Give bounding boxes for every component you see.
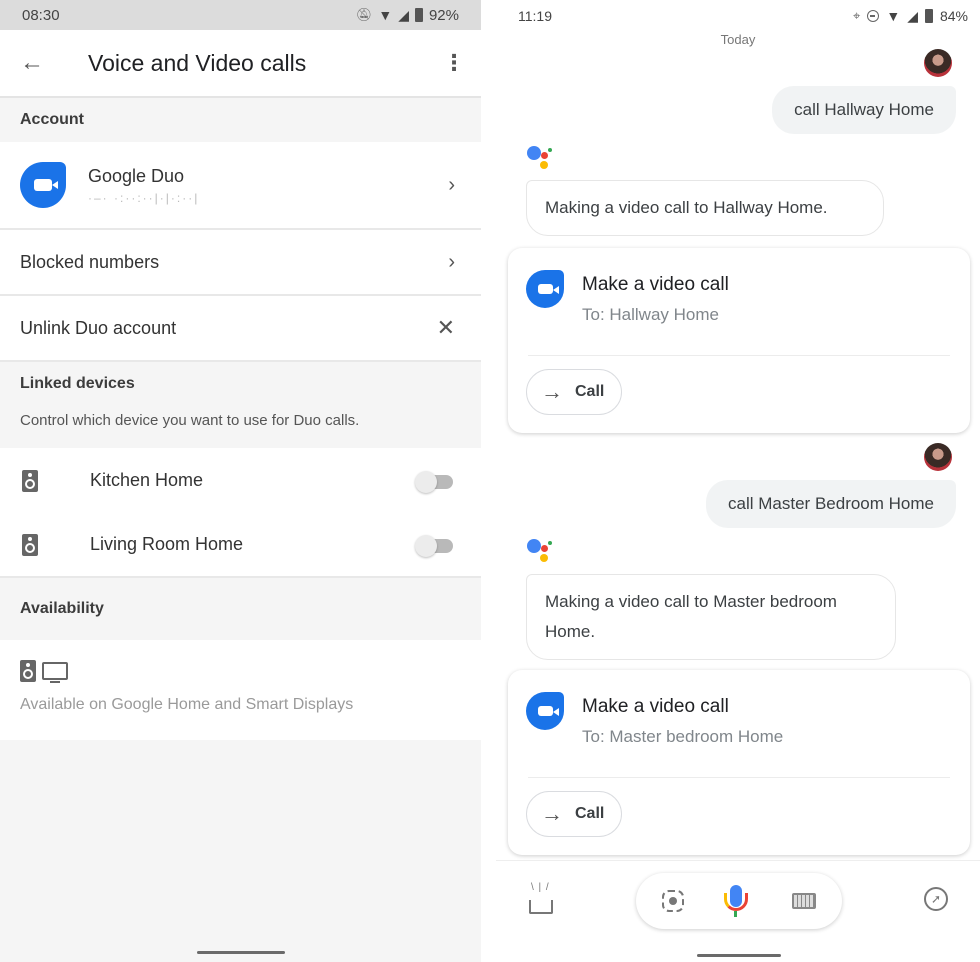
blocked-numbers-row[interactable]: Blocked numbers › [0,230,481,296]
video-call-card: Make a video call To: Master bedroom Hom… [508,670,970,855]
battery-icon [414,8,423,22]
status-bar: 11:19 ⌖ ▼ ◢ 84% [496,0,980,32]
explore-compass-icon[interactable]: ➚ [924,887,948,911]
duo-account-name: Google Duo [88,165,185,186]
arrow-forward-icon: → [541,801,563,826]
chevron-right-icon: › [448,173,455,196]
google-duo-icon [526,692,564,730]
home-gesture-bar[interactable] [697,954,781,957]
device-row-living-room[interactable]: Living Room Home [0,513,481,578]
call-button[interactable]: → Call [526,369,622,415]
chevron-right-icon: › [448,250,455,273]
home-gesture-bar[interactable] [197,951,285,954]
google-duo-icon [526,270,564,308]
unlink-duo-row[interactable]: Unlink Duo account ✕ [0,296,481,362]
arrow-forward-icon: → [541,379,563,404]
assistant-screen: 11:19 ⌖ ▼ ◢ 84% Today call Hallway Home … [496,0,980,962]
assistant-bottom-bar: ➚ [496,860,980,962]
card-divider [528,777,950,778]
blocked-numbers-label: Blocked numbers [20,251,160,272]
unlink-duo-label: Unlink Duo account [20,317,177,338]
availability-box: Available on Google Home and Smart Displ… [0,640,481,740]
speaker-icon [22,533,38,556]
do-not-disturb-icon [867,10,880,22]
signal-icon: ◢ [398,6,409,23]
notifications-off-icon: 🔕︎ [355,7,373,22]
card-title: Make a video call [582,696,729,717]
battery-percent: 84% [939,8,968,24]
lens-icon[interactable] [662,890,684,912]
device-toggle[interactable] [415,470,455,493]
google-assistant-logo-icon [527,146,557,176]
status-time: 08:30 [22,6,60,24]
duo-account-number-redacted: ·–· ·:··:··|·|·:··| [88,190,200,205]
close-icon[interactable]: ✕ [437,315,455,341]
device-toggle[interactable] [415,534,455,557]
section-account-header: Account [0,98,481,142]
settings-screen: 08:30 🔕︎ ▼ ◢ 92% ← Voice and Video calls… [0,0,481,962]
speaker-icon [22,469,38,492]
card-divider [528,355,950,356]
device-label: Living Room Home [90,534,244,554]
google-assistant-logo-icon [527,539,557,569]
user-query-bubble: call Hallway Home [772,86,956,134]
assistant-response-bubble: Making a video call to Master bedroom Ho… [526,574,896,660]
wifi-icon: ▼ [378,7,393,23]
arrow-back-icon[interactable]: ← [20,49,50,77]
section-linked-devices-header: Linked devices [0,362,481,406]
battery-percent: 92% [428,6,459,24]
call-button[interactable]: → Call [526,791,622,837]
linked-devices-description: Control which device you want to use for… [0,406,481,448]
card-recipient: To: Master bedroom Home [582,727,784,746]
google-duo-account-row[interactable]: Google Duo ·–· ·:··:··|·|·:··| › [0,142,481,230]
availability-text: Available on Google Home and Smart Displ… [20,696,354,713]
updates-tray-icon[interactable] [526,882,556,917]
status-bar: 08:30 🔕︎ ▼ ◢ 92% [0,0,481,30]
speaker-icon [20,660,36,682]
signal-icon: ◢ [907,7,918,24]
user-avatar [924,49,952,77]
app-bar: ← Voice and Video calls ⋮ [0,30,481,98]
status-time: 11:19 [518,8,552,24]
section-availability-header: Availability [0,578,481,640]
more-vert-icon[interactable]: ⋮ [443,50,465,76]
google-duo-icon [20,162,66,208]
assistant-response-bubble: Making a video call to Hallway Home. [526,180,884,236]
user-avatar [924,443,952,471]
call-button-label: Call [575,805,605,822]
user-query-bubble: call Master Bedroom Home [706,480,956,528]
page-title: Voice and Video calls [88,49,307,76]
call-button-label: Call [575,383,605,400]
location-icon: ⌖ [853,8,861,23]
battery-icon [924,9,933,23]
input-pill [636,873,842,929]
device-label: Kitchen Home [90,470,204,490]
date-separator: Today [720,32,756,47]
device-row-kitchen[interactable]: Kitchen Home [0,448,481,513]
smart-display-icon [42,662,68,683]
card-recipient: To: Hallway Home [582,305,719,324]
video-call-card: Make a video call To: Hallway Home → Cal… [508,248,970,433]
card-title: Make a video call [582,274,729,295]
keyboard-icon[interactable] [792,893,816,909]
wifi-icon: ▼ [886,8,901,24]
